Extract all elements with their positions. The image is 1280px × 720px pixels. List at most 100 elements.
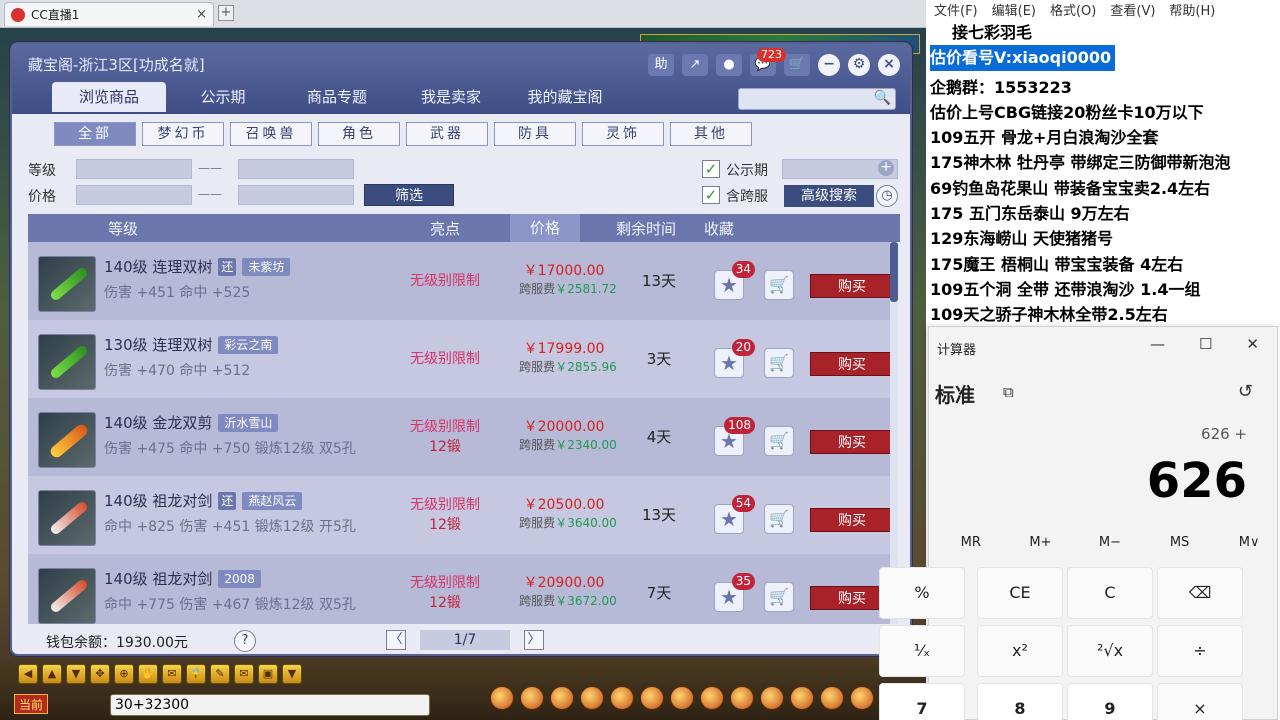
skill-icon[interactable] <box>790 686 814 710</box>
col-remaining[interactable]: 剩余时间 <box>616 218 676 239</box>
tab-topics[interactable]: 商品专题 <box>280 82 394 112</box>
weapon-item-icon[interactable] <box>38 490 96 546</box>
game-shortcut-icon[interactable]: ⊕ <box>114 664 134 684</box>
game-shortcut-icon[interactable]: ▼ <box>282 664 302 684</box>
tab-my-cangbaoge[interactable]: 我的藏宝阁 <box>508 82 622 112</box>
table-row[interactable]: 140级 祖龙对剑还燕赵风云 命中 +825 伤害 +451 锻炼12级 开5孔 无… <box>28 476 890 554</box>
skill-icon[interactable] <box>700 686 724 710</box>
category-all[interactable]: 全部 <box>54 122 136 146</box>
plus-icon[interactable]: + <box>878 160 894 176</box>
search-icon[interactable]: 🔍 <box>874 90 891 106</box>
keep-on-top-icon[interactable]: ⧉ <box>1003 383 1014 401</box>
help-icon[interactable]: ? <box>234 630 256 652</box>
mem-store-button[interactable]: MS <box>1152 535 1208 550</box>
menu-view[interactable]: 查看(V) <box>1110 0 1155 19</box>
level-min-input[interactable] <box>76 159 192 179</box>
buy-button[interactable]: 购买 <box>810 352 890 376</box>
weapon-item-icon[interactable] <box>38 412 96 468</box>
add-to-cart-button[interactable]: 🛒 <box>764 582 794 612</box>
calculator-mode[interactable]: 标准 <box>935 379 975 408</box>
key-9[interactable]: 9 <box>1067 683 1153 720</box>
tab-public[interactable]: 公示期 <box>166 82 280 112</box>
skill-icon[interactable] <box>550 686 574 710</box>
key-8[interactable]: 8 <box>977 683 1063 720</box>
mem-subtract-button[interactable]: M− <box>1082 535 1138 550</box>
prev-page-button[interactable]: 〈 <box>386 630 406 650</box>
skill-icon[interactable] <box>850 686 874 710</box>
add-to-cart-button[interactable]: 🛒 <box>764 348 794 378</box>
category-accessories[interactable]: 灵饰 <box>582 122 664 146</box>
chat-input[interactable]: 30+32300 <box>110 694 430 716</box>
divide-button[interactable]: ÷ <box>1157 625 1243 677</box>
buy-button[interactable]: 购买 <box>810 430 890 454</box>
menu-edit[interactable]: 编辑(E) <box>992 0 1036 19</box>
next-page-button[interactable]: 〉 <box>524 630 544 650</box>
tab-close-icon[interactable]: × <box>196 7 207 22</box>
cross-server-checkbox[interactable]: ✓ <box>702 186 720 204</box>
favorite-button[interactable]: ★ 54 <box>714 495 755 534</box>
record-icon[interactable]: ● <box>716 54 742 76</box>
category-pets[interactable]: 召唤兽 <box>230 122 312 146</box>
tab-browse[interactable]: 浏览商品 <box>52 82 166 112</box>
game-shortcut-icon[interactable]: ▼ <box>66 664 86 684</box>
skill-icon[interactable] <box>760 686 784 710</box>
mem-list-button[interactable]: M∨ <box>1221 535 1277 550</box>
price-max-input[interactable] <box>238 185 354 205</box>
history-icon[interactable]: ↺ <box>1238 381 1253 402</box>
percent-button[interactable]: % <box>879 567 965 619</box>
help-assistant-icon[interactable]: 助 <box>648 54 674 76</box>
mem-recall-button[interactable]: MR <box>943 535 999 550</box>
weapon-item-icon[interactable] <box>38 256 96 312</box>
category-other[interactable]: 其他 <box>670 122 752 146</box>
clear-entry-button[interactable]: CE <box>977 567 1063 619</box>
buy-button[interactable]: 购买 <box>810 508 890 532</box>
browser-tab[interactable]: CC直播1 × <box>4 2 214 26</box>
item-name[interactable]: 140级 金龙双剪 沂水雪山 <box>104 412 279 433</box>
game-shortcut-icon[interactable]: ✉ <box>234 664 254 684</box>
clear-button[interactable]: C <box>1067 567 1153 619</box>
table-row[interactable]: 140级 祖龙对剑 2008 命中 +775 伤害 +467 锻炼12级 双5孔 无级… <box>28 554 890 624</box>
col-price[interactable]: 价格 <box>510 214 581 242</box>
skill-icon[interactable] <box>820 686 844 710</box>
category-currency[interactable]: 梦幻币 <box>142 122 224 146</box>
table-row[interactable]: 140级 金龙双剪 沂水雪山 伤害 +475 命中 +750 锻炼12级 双5孔 无级… <box>28 398 890 476</box>
minimize-icon[interactable]: — <box>1150 335 1165 353</box>
col-level[interactable]: 等级 <box>108 218 138 239</box>
new-tab-button[interactable]: + <box>218 5 234 21</box>
backspace-button[interactable]: ⌫ <box>1157 567 1243 619</box>
menu-help[interactable]: 帮助(H) <box>1169 0 1215 19</box>
skill-icon[interactable] <box>670 686 694 710</box>
tab-seller[interactable]: 我是卖家 <box>394 82 508 112</box>
game-shortcut-icon[interactable]: ✎ <box>210 664 230 684</box>
weapon-item-icon[interactable] <box>38 334 96 390</box>
add-to-cart-button[interactable]: 🛒 <box>764 270 794 300</box>
add-to-cart-button[interactable]: 🛒 <box>764 426 794 456</box>
cart-icon[interactable]: 🛒 <box>784 54 810 76</box>
sqrt-button[interactable]: ²√x <box>1067 625 1153 677</box>
price-min-input[interactable] <box>76 185 192 205</box>
search-input[interactable]: 🔍 <box>738 88 896 110</box>
buy-button[interactable]: 购买 <box>810 586 890 610</box>
table-row[interactable]: 130级 连理双树 彩云之南 伤害 +470 命中 +512 无级别限制 ￥17999.… <box>28 320 890 398</box>
close-icon[interactable]: × <box>878 54 900 76</box>
scroll-thumb[interactable] <box>890 242 898 302</box>
skill-icon[interactable] <box>580 686 604 710</box>
notepad-text[interactable]: 接七彩羽毛 估价看号V:xiaoqi0000 企鹅群：1553223 估价上号C… <box>930 20 1280 328</box>
skill-icon[interactable] <box>520 686 544 710</box>
game-shortcut-icon[interactable]: ✉ <box>162 664 182 684</box>
mem-add-button[interactable]: M+ <box>1013 535 1069 550</box>
minimize-icon[interactable]: − <box>818 54 840 76</box>
favorite-button[interactable]: ★ 34 <box>714 261 755 300</box>
skill-icon[interactable] <box>610 686 634 710</box>
item-name[interactable]: 130级 连理双树 彩云之南 <box>104 334 279 355</box>
category-armor[interactable]: 防具 <box>494 122 576 146</box>
favorite-button[interactable]: ★ 35 <box>714 573 755 612</box>
game-shortcut-icon[interactable]: ▣ <box>258 664 278 684</box>
advanced-search-button[interactable]: 高级搜索 <box>784 185 874 207</box>
buy-button[interactable]: 购买 <box>810 274 890 298</box>
key-7[interactable]: 7 <box>879 683 965 720</box>
public-period-checkbox[interactable]: ✓ <box>702 160 720 178</box>
square-button[interactable]: x² <box>977 625 1063 677</box>
table-row[interactable]: 140级 连理双树还未紫坊 伤害 +451 命中 +525 无级别限制 ￥17000.… <box>28 242 890 320</box>
messages-icon[interactable]: 💬 723 <box>750 48 786 76</box>
